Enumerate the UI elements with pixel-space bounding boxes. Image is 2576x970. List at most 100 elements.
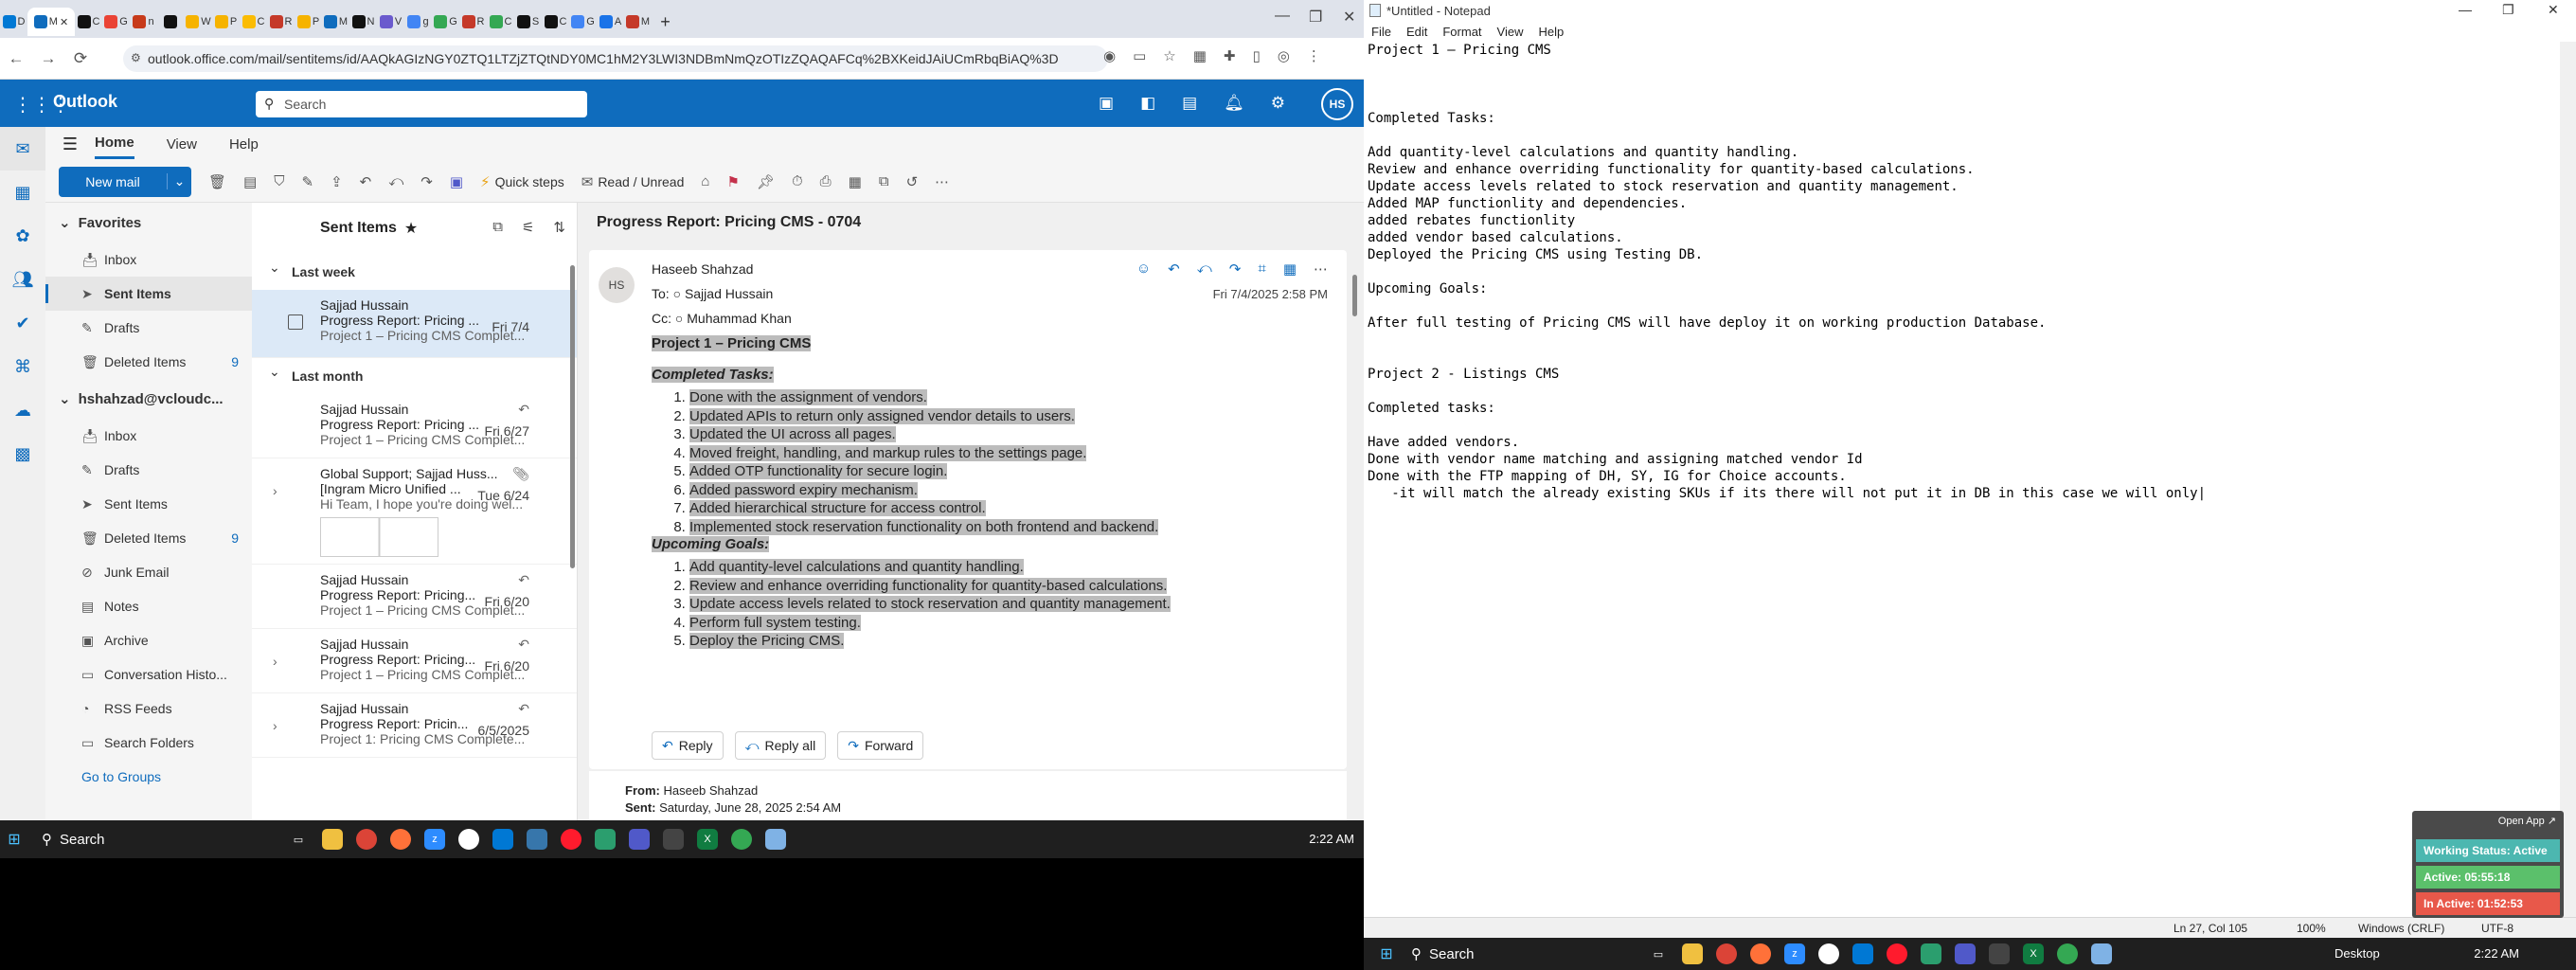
maximize-icon[interactable]: ❐: [2502, 2, 2514, 18]
file-explorer-icon[interactable]: [1682, 943, 1703, 964]
move-to-icon[interactable]: ⇪: [331, 173, 343, 190]
bell-icon[interactable]: 🔔︎: [1224, 94, 1244, 113]
folder-deleted-items[interactable]: 🗑︎ Deleted Items 9: [45, 521, 252, 555]
apps-ribbon-icon[interactable]: ▦: [849, 173, 862, 190]
profile-icon[interactable]: ◎: [1278, 47, 1290, 64]
folder-drafts[interactable]: ✎ Drafts: [45, 311, 252, 345]
message-group-header[interactable]: Last week: [252, 254, 577, 290]
report-icon[interactable]: ⛉: [274, 173, 284, 189]
more-options-icon[interactable]: ⋯: [935, 173, 949, 190]
message-list-scrollbar[interactable]: [570, 265, 575, 568]
forward-icon[interactable]: →: [32, 49, 64, 68]
reply-all-icon[interactable]: ⤺: [1197, 260, 1212, 278]
browser-tab[interactable]: R: [267, 8, 295, 36]
menu-edit[interactable]: Edit: [1406, 25, 1427, 39]
browser-tab[interactable]: G: [569, 8, 597, 36]
people-icon[interactable]: 👥︎: [0, 258, 45, 301]
folder-inbox[interactable]: 📥︎ Inbox: [45, 419, 252, 453]
browser-tab[interactable]: P: [212, 8, 240, 36]
maximize-icon[interactable]: ❐: [1309, 8, 1322, 27]
browser-tab[interactable]: R: [459, 8, 487, 36]
python-icon[interactable]: [527, 829, 547, 850]
opera-icon[interactable]: [1887, 943, 1907, 964]
open-app-button[interactable]: Open App ↗: [2498, 815, 2556, 827]
message-group-header[interactable]: Last month: [252, 358, 577, 394]
browser-tab[interactable]: n: [130, 8, 157, 36]
print-icon[interactable]: ⎙: [820, 173, 832, 189]
browser-tab[interactable]: D: [0, 8, 27, 36]
select-checkbox[interactable]: [288, 314, 303, 330]
teams-app-icon[interactable]: [1955, 943, 1976, 964]
browser-tab[interactable]: S: [514, 8, 542, 36]
menu-dots-icon[interactable]: ⋮: [1307, 47, 1321, 64]
zoom-icon[interactable]: z: [1784, 943, 1805, 964]
copilot-icon[interactable]: ✿: [0, 214, 45, 258]
meet-now-icon[interactable]: ▣: [1099, 94, 1114, 113]
message-item[interactable]: Sajjad Hussain Progress Report: Pricing .…: [252, 394, 577, 458]
new-mail-button[interactable]: New mail ⌄: [59, 166, 191, 197]
taskbar-search[interactable]: ⚲ Search: [42, 831, 278, 849]
message-item[interactable]: Sajjad Hussain Progress Report: Pricing..…: [252, 565, 577, 629]
go-to-groups-link[interactable]: Go to Groups: [45, 760, 252, 794]
extensions-icon[interactable]: ✚: [1224, 47, 1236, 64]
message-item[interactable]: › Sajjad Hussain Progress Report: Pricin..…: [252, 693, 577, 758]
folder-conversation-histo[interactable]: ▭ Conversation Histo...: [45, 657, 252, 692]
zoom-icon[interactable]: z: [424, 829, 445, 850]
desktop-label[interactable]: Desktop: [2334, 946, 2380, 961]
gear-icon[interactable]: ⚙: [1271, 94, 1285, 113]
firefox-icon[interactable]: [390, 829, 411, 850]
chevron-down-icon[interactable]: ⌄: [167, 173, 191, 189]
quick-steps-button[interactable]: ⚡ Quick steps: [480, 173, 564, 190]
browser-tab[interactable]: M: [624, 8, 652, 36]
sender-name[interactable]: Haseeb Shahzad: [652, 261, 753, 277]
chrome-icon-2[interactable]: [2057, 943, 2078, 964]
minimize-icon[interactable]: —: [1275, 8, 1290, 25]
folder-archive[interactable]: ▣ Archive: [45, 623, 252, 657]
my-day-icon[interactable]: ▤: [1182, 94, 1197, 113]
reply-icon[interactable]: ↶: [1168, 260, 1180, 278]
excel-icon[interactable]: X: [2023, 943, 2044, 964]
account-header[interactable]: ⌄ hshahzad@vcloudc...: [45, 379, 252, 419]
flag-icon[interactable]: ⚑: [726, 173, 739, 190]
forward-button[interactable]: ↷ Forward: [837, 731, 924, 760]
browser-tab[interactable]: M: [322, 8, 349, 36]
cc-recipient[interactable]: Muhammad Khan: [687, 311, 792, 326]
reply-icon[interactable]: ↶: [360, 173, 372, 190]
back-icon[interactable]: ←: [0, 49, 32, 68]
message-item[interactable]: Sajjad Hussain Progress Report: Pricing .…: [252, 290, 577, 358]
pin-icon[interactable]: 📌︎: [757, 173, 775, 190]
chrome-icon[interactable]: [1716, 943, 1737, 964]
more-options-icon[interactable]: ⋯: [1314, 260, 1328, 278]
read-unread-button[interactable]: ✉ Read / Unread: [581, 173, 685, 190]
reply-button[interactable]: ↶ Reply: [652, 731, 724, 760]
tab-home[interactable]: Home: [95, 129, 134, 159]
browser-tab[interactable]: G: [102, 8, 130, 36]
task-view-icon[interactable]: ▭: [288, 829, 309, 850]
menu-format[interactable]: Format: [1442, 25, 1481, 39]
undo-icon[interactable]: ↺: [906, 173, 919, 190]
windows-start-icon[interactable]: ⊞: [1369, 944, 1404, 963]
sidebar-icon[interactable]: ▯: [1253, 47, 1261, 64]
browser-tab[interactable]: P: [295, 8, 322, 36]
browser-tab[interactable]: g: [404, 8, 432, 36]
excel-icon[interactable]: X: [697, 829, 718, 850]
menu-view[interactable]: View: [1497, 25, 1524, 39]
close-tab-icon[interactable]: ✕: [60, 16, 68, 28]
user-avatar[interactable]: HS: [1321, 88, 1353, 120]
folder-drafts[interactable]: ✎ Drafts: [45, 453, 252, 487]
file-explorer-icon[interactable]: [322, 829, 343, 850]
sort-icon[interactable]: ⇅: [553, 219, 565, 236]
archive-icon[interactable]: ▤: [243, 173, 257, 190]
reply-all-icon[interactable]: ⤺: [388, 173, 403, 189]
bookmark-star-icon[interactable]: ☆: [1163, 47, 1175, 64]
app-icon-2[interactable]: [663, 829, 684, 850]
filter-icon[interactable]: ⚟: [522, 219, 534, 236]
chrome-icon-2[interactable]: [731, 829, 752, 850]
folder-junk-email[interactable]: ⊘ Junk Email: [45, 555, 252, 589]
emoji-icon[interactable]: ☺: [1136, 260, 1151, 278]
expand-thread-icon[interactable]: ›: [273, 483, 277, 498]
teams-app-icon[interactable]: [629, 829, 650, 850]
task-view-icon[interactable]: ▭: [1648, 943, 1669, 964]
browser-tab[interactable]: C: [75, 8, 102, 36]
expand-thread-icon[interactable]: ›: [273, 654, 277, 669]
